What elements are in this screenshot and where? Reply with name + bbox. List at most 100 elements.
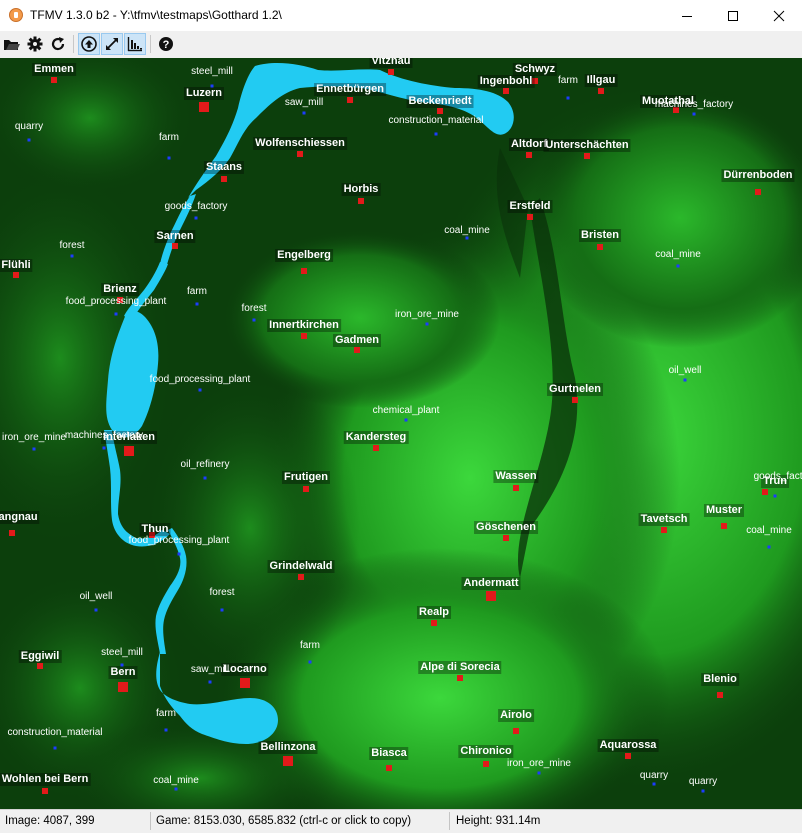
town-marker[interactable]	[358, 198, 364, 204]
town-marker[interactable]	[527, 214, 533, 220]
industry-label[interactable]: oil_well	[669, 365, 702, 377]
expand-button[interactable]	[101, 33, 123, 55]
town-label[interactable]: Tavetsch	[638, 513, 690, 526]
industry-label[interactable]: quarry	[689, 776, 717, 788]
close-button[interactable]	[756, 0, 802, 31]
game-coordinates[interactable]: Game: 8153.030, 6585.832 (ctrl-c or clic…	[156, 815, 411, 827]
town-label[interactable]: Beckenriedt	[406, 95, 474, 108]
town-marker[interactable]	[625, 753, 631, 759]
town-label[interactable]: Bellinzona	[258, 741, 318, 754]
town-label[interactable]: Aquarossa	[597, 739, 659, 752]
industry-label[interactable]: goods_factory	[165, 201, 228, 213]
industry-label[interactable]: machines_factory	[65, 430, 143, 442]
town-marker[interactable]	[762, 489, 768, 495]
industry-label[interactable]: farm	[187, 286, 207, 298]
industry-label[interactable]: food_processing_plant	[66, 296, 167, 308]
industry-marker[interactable]	[198, 388, 202, 392]
town-label[interactable]: Wolfenschiessen	[253, 137, 347, 150]
town-marker[interactable]	[526, 152, 532, 158]
industry-label[interactable]: coal_mine	[746, 525, 792, 537]
town-marker[interactable]	[221, 176, 227, 182]
industry-label[interactable]: machines_factory	[655, 99, 733, 111]
industry-label[interactable]: iron_ore_mine	[2, 432, 66, 444]
town-marker[interactable]	[297, 151, 303, 157]
town-marker[interactable]	[437, 108, 443, 114]
town-marker[interactable]	[373, 445, 379, 451]
town-label[interactable]: Ennetbürgen	[314, 83, 386, 96]
industry-label[interactable]: steel_mill	[191, 66, 233, 78]
maximize-button[interactable]	[710, 0, 756, 31]
industry-label[interactable]: quarry	[15, 121, 43, 133]
industry-label[interactable]: farm	[159, 132, 179, 144]
industry-label[interactable]: goods_factory	[754, 471, 802, 483]
industry-marker[interactable]	[425, 322, 429, 326]
industry-label[interactable]: coal_mine	[153, 775, 199, 787]
town-label[interactable]: Flühli	[0, 259, 33, 272]
town-marker[interactable]	[483, 761, 489, 767]
industry-label[interactable]: forest	[241, 303, 266, 315]
open-button[interactable]	[1, 33, 23, 55]
industry-label[interactable]: iron_ore_mine	[507, 758, 571, 770]
town-marker[interactable]	[298, 574, 304, 580]
town-marker[interactable]	[513, 728, 519, 734]
town-marker[interactable]	[597, 244, 603, 250]
town-label[interactable]: Unterschächten	[543, 139, 631, 152]
town-label[interactable]: Vitznau	[369, 58, 413, 68]
industry-label[interactable]: steel_mill	[101, 647, 143, 659]
industry-marker[interactable]	[102, 446, 106, 450]
town-marker[interactable]	[118, 682, 128, 692]
town-marker[interactable]	[386, 765, 392, 771]
industry-label[interactable]: food_processing_plant	[150, 374, 251, 386]
industry-label[interactable]: saw_mill	[191, 664, 229, 676]
town-label[interactable]: Gurtnelen	[547, 383, 603, 396]
industry-marker[interactable]	[302, 111, 306, 115]
industry-marker[interactable]	[94, 608, 98, 612]
town-marker[interactable]	[503, 88, 509, 94]
industry-label[interactable]: coal_mine	[444, 225, 490, 237]
industry-marker[interactable]	[194, 216, 198, 220]
town-label[interactable]: Innertkirchen	[267, 319, 341, 332]
industry-marker[interactable]	[32, 447, 36, 451]
town-marker[interactable]	[172, 243, 178, 249]
town-label[interactable]: Wassen	[493, 470, 539, 483]
town-label[interactable]: Brienz	[101, 283, 139, 296]
industry-marker[interactable]	[692, 112, 696, 116]
town-label[interactable]: Gadmen	[332, 334, 382, 347]
town-label[interactable]: Horbis	[341, 183, 381, 196]
town-marker[interactable]	[503, 535, 509, 541]
industry-marker[interactable]	[252, 318, 256, 322]
town-marker[interactable]	[513, 485, 519, 491]
industry-marker[interactable]	[220, 608, 224, 612]
industry-marker[interactable]	[27, 138, 31, 142]
industry-marker[interactable]	[53, 746, 57, 750]
town-label[interactable]: Göschenen	[474, 521, 538, 534]
town-marker[interactable]	[9, 530, 15, 536]
town-label[interactable]: Dürrenboden	[721, 169, 795, 182]
industry-marker[interactable]	[676, 264, 680, 268]
town-label[interactable]: Bristen	[579, 229, 621, 242]
industry-label[interactable]: oil_well	[80, 591, 113, 603]
town-marker[interactable]	[37, 663, 43, 669]
town-marker[interactable]	[572, 397, 578, 403]
town-label[interactable]: Blenio	[701, 673, 739, 686]
town-label[interactable]: Luzern	[183, 87, 225, 100]
industry-marker[interactable]	[114, 312, 118, 316]
industry-label[interactable]: construction_material	[7, 727, 102, 739]
town-label[interactable]: Kandersteg	[343, 431, 409, 444]
town-label[interactable]: Chironico	[458, 745, 514, 758]
town-label[interactable]: Illgau	[584, 74, 618, 87]
town-marker[interactable]	[486, 591, 496, 601]
town-marker[interactable]	[13, 272, 19, 278]
industry-label[interactable]: forest	[59, 240, 84, 252]
town-marker[interactable]	[240, 678, 250, 688]
industry-marker[interactable]	[767, 545, 771, 549]
settings-button[interactable]	[24, 33, 46, 55]
town-marker[interactable]	[717, 692, 723, 698]
town-label[interactable]: Emmen	[32, 63, 76, 76]
industry-marker[interactable]	[167, 156, 171, 160]
town-label[interactable]: Staans	[203, 161, 245, 174]
town-marker[interactable]	[661, 527, 667, 533]
industry-marker[interactable]	[652, 782, 656, 786]
map-view[interactable]: Emmen Luzern Vitznau Schwyz Ingenbohl Il…	[0, 58, 802, 809]
town-marker[interactable]	[431, 620, 437, 626]
